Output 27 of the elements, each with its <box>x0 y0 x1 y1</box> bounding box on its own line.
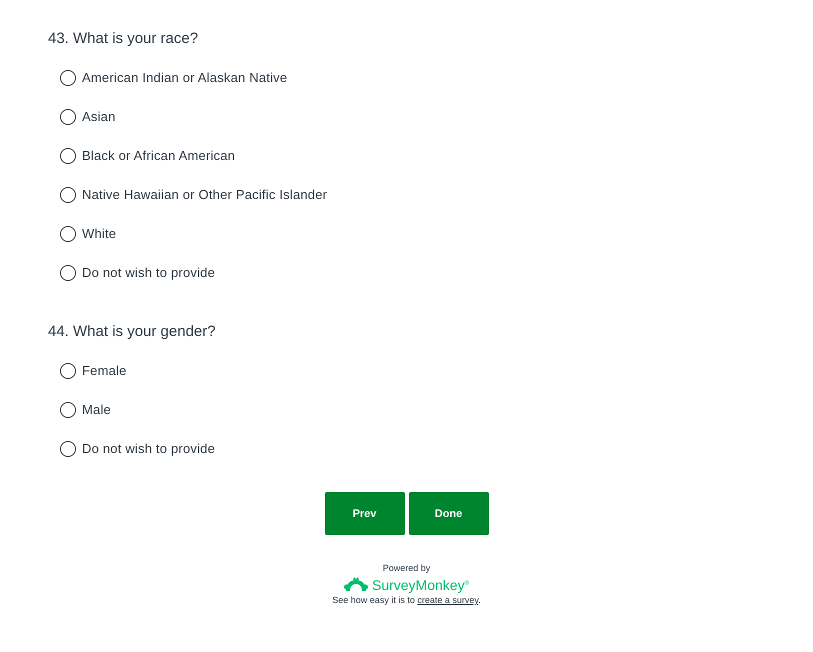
radio-button[interactable] <box>60 148 76 164</box>
radio-button[interactable] <box>60 363 76 379</box>
create-survey-link[interactable]: create a survey <box>417 595 478 605</box>
nav-button[interactable]: Prev <box>324 492 404 535</box>
radio-button[interactable] <box>60 226 76 242</box>
radio-button[interactable] <box>60 70 76 86</box>
radio-button[interactable] <box>60 265 76 281</box>
radio-option[interactable]: Do not wish to provide <box>60 262 216 284</box>
monkey-logo-icon <box>344 577 368 593</box>
question-title: 44. What is your gender? <box>48 322 217 342</box>
brand-name: SurveyMonkey$^{®}$ <box>372 577 469 593</box>
radio-option[interactable]: Do not wish to provide <box>60 438 216 460</box>
radio-option[interactable]: Asian <box>60 106 116 128</box>
radio-option[interactable]: White <box>60 223 116 245</box>
radio-option[interactable]: American Indian or Alaskan Native <box>60 67 288 89</box>
radio-option[interactable]: Male <box>60 399 111 421</box>
question-title: 43. What is your race? <box>48 29 200 49</box>
radio-button[interactable] <box>60 441 76 457</box>
radio-button[interactable] <box>60 402 76 418</box>
footer-sentence: See how easy it is to create a survey. <box>332 595 481 605</box>
radio-button[interactable] <box>60 109 76 125</box>
nav-button[interactable]: Done <box>408 492 488 535</box>
radio-button[interactable] <box>60 187 76 203</box>
radio-option[interactable]: Native Hawaiian or Other Pacific Islander <box>60 184 328 206</box>
powered-by-text: Powered by <box>382 563 430 573</box>
radio-option[interactable]: Female <box>60 360 127 382</box>
radio-option[interactable]: Black or African American <box>60 145 236 167</box>
